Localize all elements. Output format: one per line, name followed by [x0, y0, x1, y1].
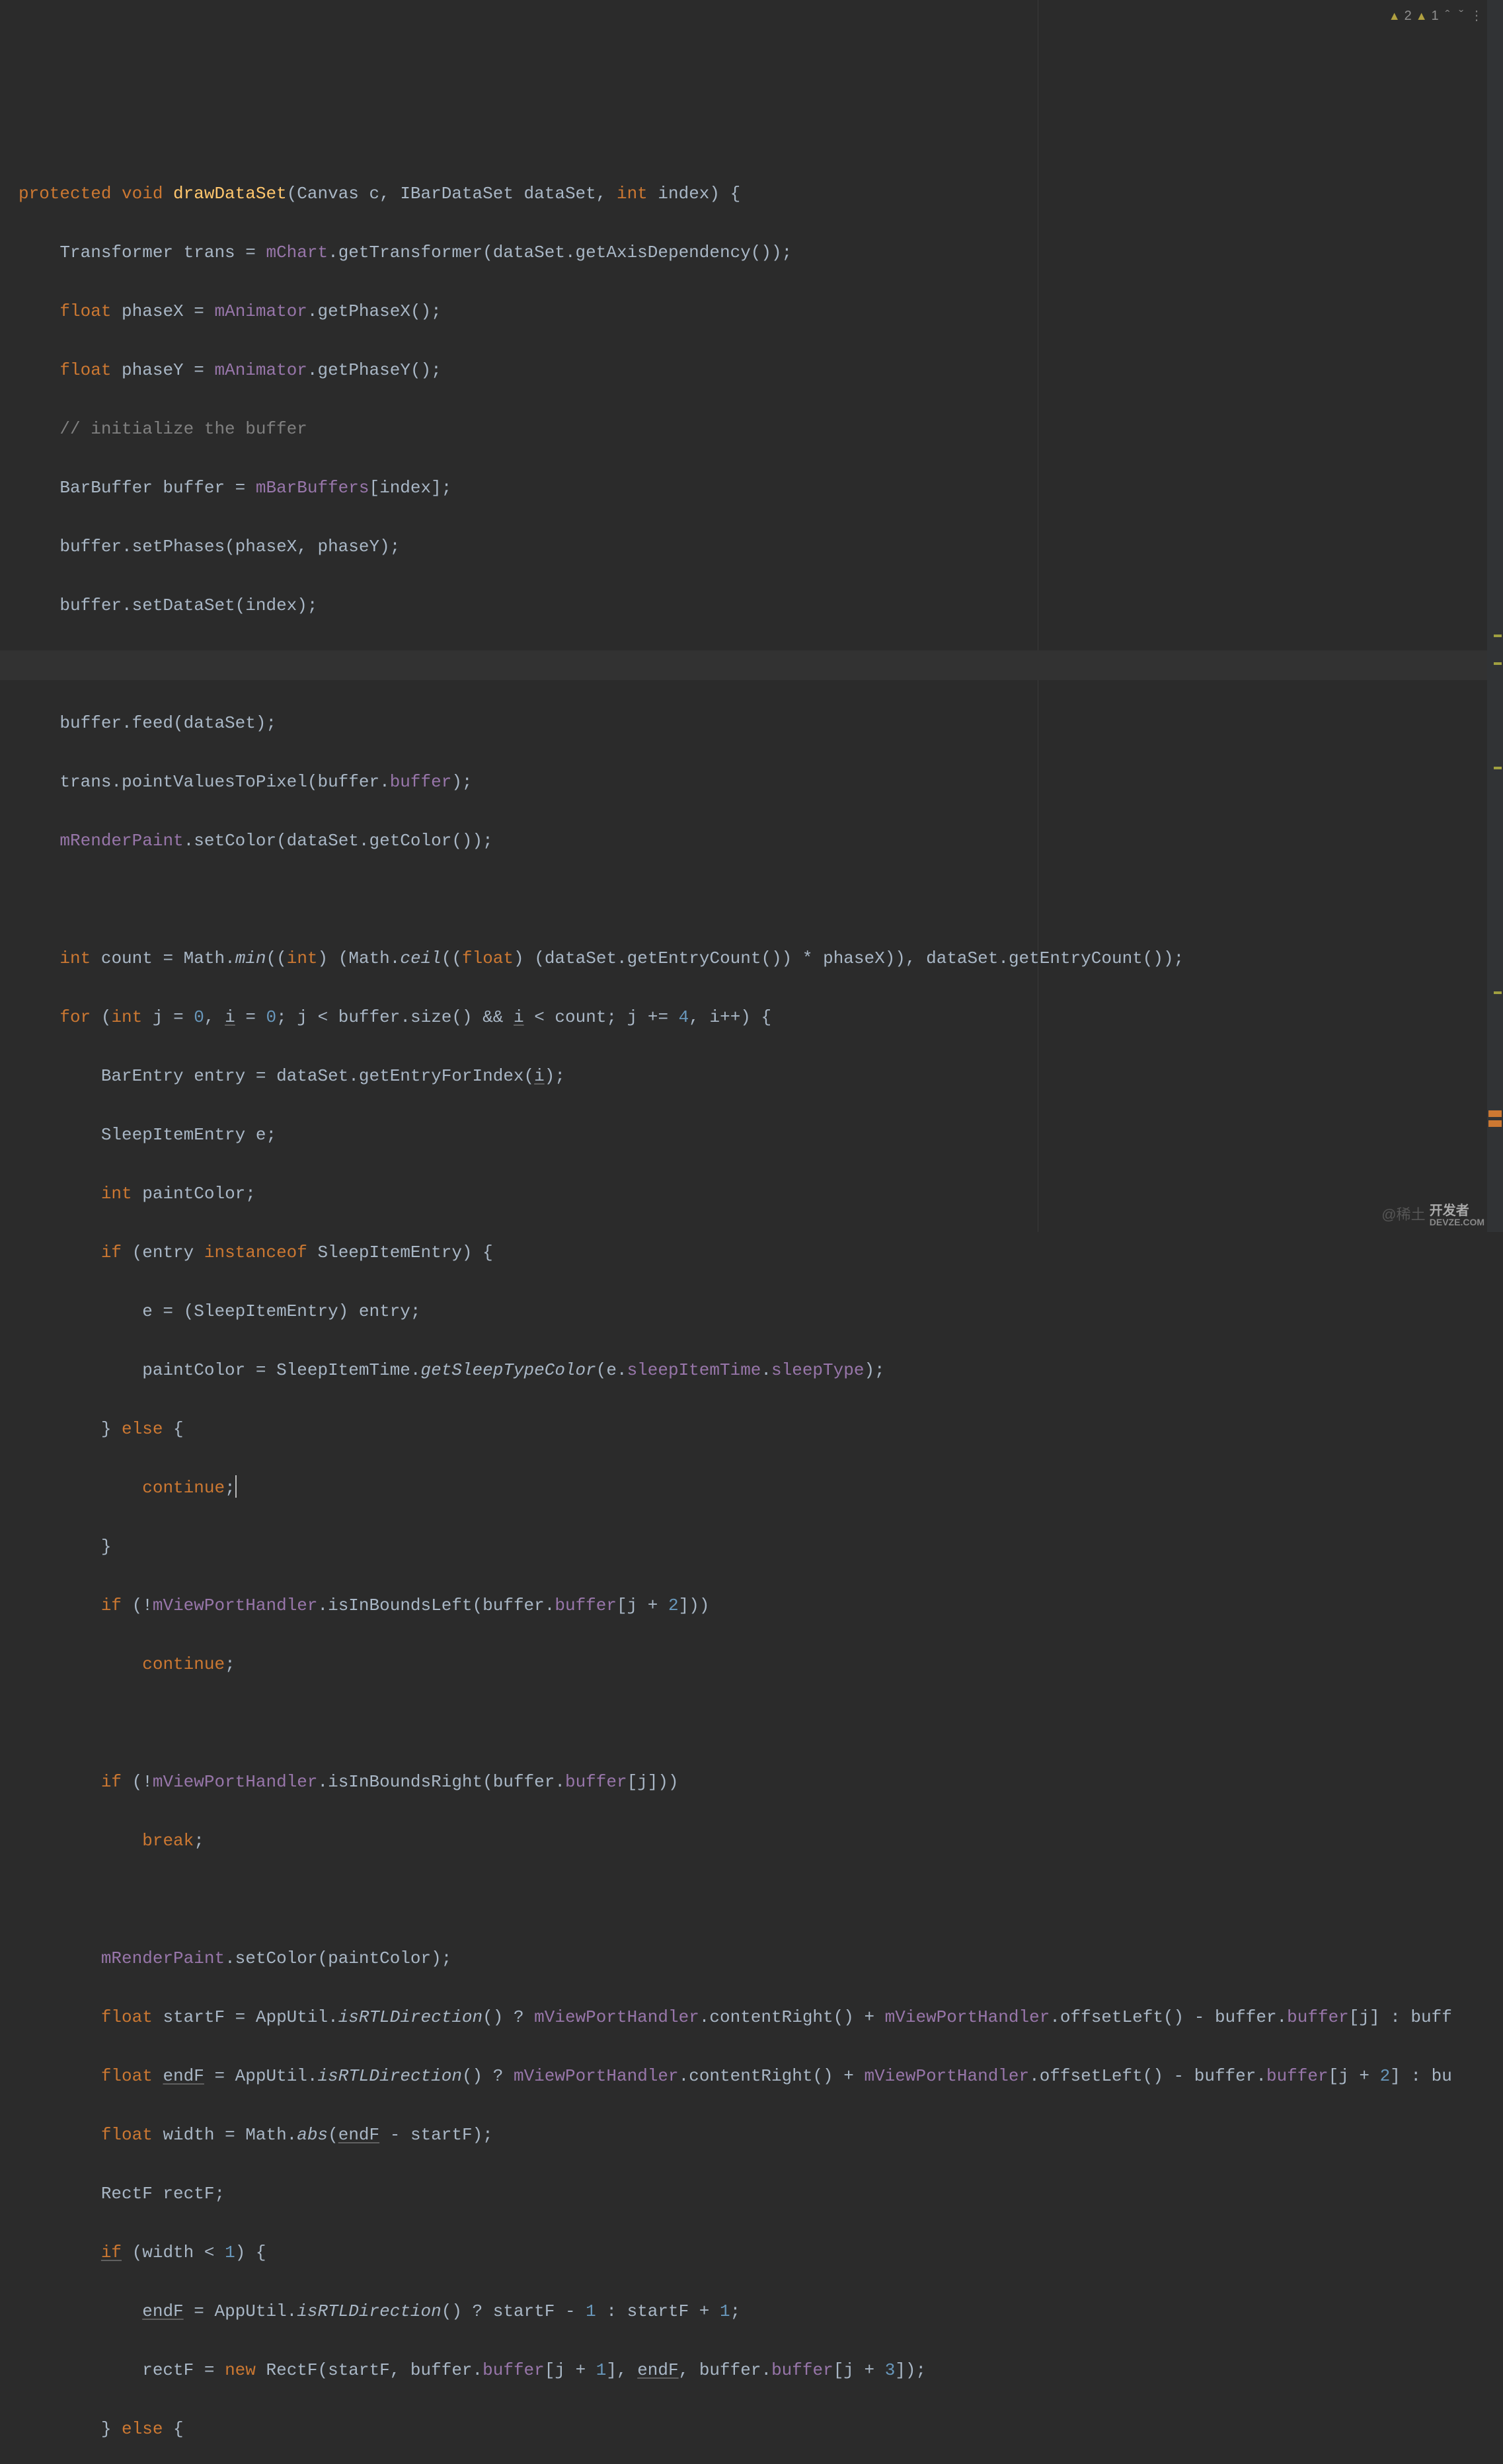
- code-line: [19, 885, 1503, 915]
- warning-icon: ▲: [1416, 1, 1428, 31]
- code-line: } else {: [19, 1414, 1503, 1444]
- code-line: int paintColor;: [19, 1179, 1503, 1209]
- watermark-handle: @稀土: [1381, 1206, 1425, 1223]
- code-line: rectF = new RectF(startF, buffer.buffer[…: [19, 2356, 1503, 2385]
- code-line: float endF = AppUtil.isRTLDirection() ? …: [19, 2061, 1503, 2091]
- code-line: float width = Math.abs(endF - startF);: [19, 2120, 1503, 2150]
- code-line: e = (SleepItemEntry) entry;: [19, 1297, 1503, 1327]
- warning-count: 1: [1432, 1, 1439, 31]
- code-line: // initialize the buffer: [19, 414, 1503, 444]
- warning-icon: ▲: [1389, 1, 1401, 31]
- code-editor[interactable]: protected void drawDataSet(Canvas c, IBa…: [0, 0, 1503, 1232]
- code-line: [19, 1709, 1503, 1738]
- code-line: continue;: [19, 1650, 1503, 1679]
- more-options-button[interactable]: ⋮: [1470, 1, 1484, 31]
- code-line: }: [19, 1532, 1503, 1562]
- next-highlight-button[interactable]: ˇ: [1456, 1, 1466, 31]
- prev-highlight-button[interactable]: ˆ: [1443, 1, 1453, 31]
- watermark-logo: 开发者 DEVZE.COM: [1430, 1200, 1484, 1230]
- code-line: if (!mViewPortHandler.isInBoundsLeft(buf…: [19, 1591, 1503, 1621]
- code-line: float startF = AppUtil.isRTLDirection() …: [19, 2003, 1503, 2032]
- code-line: buffer.feed(dataSet);: [19, 709, 1503, 738]
- code-line: [19, 1885, 1503, 1915]
- code-line: SleepItemEntry e;: [19, 1120, 1503, 1150]
- code-line: mRenderPaint.setColor(paintColor);: [19, 1944, 1503, 1974]
- inspection-widget[interactable]: ▲ 2 ▲ 1 ˆ ˇ ⋮: [1389, 1, 1484, 31]
- code-line: BarEntry entry = dataSet.getEntryForInde…: [19, 1061, 1503, 1091]
- code-line: int count = Math.min((int) (Math.ceil((f…: [19, 944, 1503, 974]
- code-line: [19, 650, 1503, 679]
- code-line: break;: [19, 1826, 1503, 1856]
- code-line: protected void drawDataSet(Canvas c, IBa…: [19, 179, 1503, 209]
- code-line: endF = AppUtil.isRTLDirection() ? startF…: [19, 2297, 1503, 2327]
- code-line: } else {: [19, 2414, 1503, 2444]
- warning-count: 2: [1405, 1, 1412, 31]
- code-line: Transformer trans = mChart.getTransforme…: [19, 238, 1503, 268]
- code-line: RectF rectF;: [19, 2179, 1503, 2209]
- text-caret: [235, 1475, 237, 1498]
- code-line: trans.pointValuesToPixel(buffer.buffer);: [19, 767, 1503, 797]
- code-line: continue;: [19, 1473, 1503, 1503]
- code-line: mRenderPaint.setColor(dataSet.getColor()…: [19, 826, 1503, 856]
- code-line: paintColor = SleepItemTime.getSleepTypeC…: [19, 1356, 1503, 1385]
- watermark: @稀土 开发者 DEVZE.COM: [1381, 1200, 1484, 1230]
- code-line: if (width < 1) {: [19, 2238, 1503, 2268]
- code-line: if (entry instanceof SleepItemEntry) {: [19, 1238, 1503, 1268]
- code-line: buffer.setPhases(phaseX, phaseY);: [19, 532, 1503, 562]
- code-line: BarBuffer buffer = mBarBuffers[index];: [19, 473, 1503, 503]
- code-line: for (int j = 0, i = 0; j < buffer.size()…: [19, 1003, 1503, 1032]
- code-line: buffer.setDataSet(index);: [19, 591, 1503, 621]
- code-line: float phaseY = mAnimator.getPhaseY();: [19, 356, 1503, 385]
- code-line: if (!mViewPortHandler.isInBoundsRight(bu…: [19, 1767, 1503, 1797]
- code-line: float phaseX = mAnimator.getPhaseX();: [19, 297, 1503, 327]
